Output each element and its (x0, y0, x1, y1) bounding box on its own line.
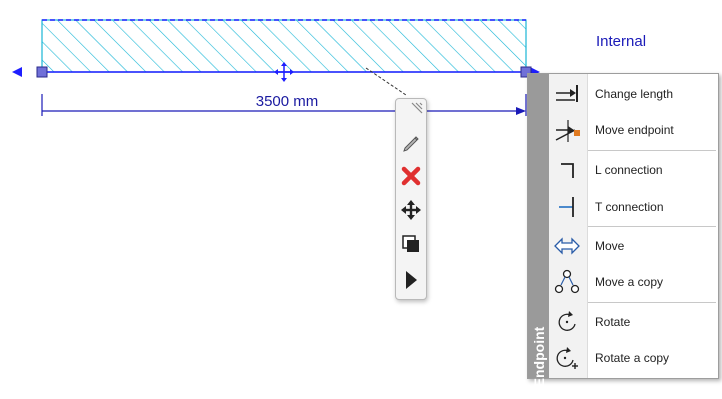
menu-item-label: Rotate (595, 315, 631, 329)
rotate-icon (558, 311, 576, 331)
rotate-copy-icon (556, 347, 578, 369)
menu-item-move-endpoint[interactable]: Move endpoint (549, 112, 718, 148)
menu-item-label: Move (595, 239, 625, 253)
menu-item-move[interactable]: Move (549, 228, 718, 264)
play-triangle-icon[interactable] (400, 269, 422, 291)
move-endpoint-icon (555, 120, 580, 142)
dimension-label: 3500 mm (255, 93, 319, 110)
menu-item-label: T connection (595, 200, 664, 214)
move-arrows-icon (554, 237, 580, 255)
t-connection-icon (559, 197, 574, 217)
copy-squares-icon[interactable] (400, 233, 422, 255)
menu-item-move-a-copy[interactable]: Move a copy (549, 264, 718, 300)
menu-separator (588, 302, 716, 303)
menu-item-label: Change length (595, 87, 674, 101)
four-arrow-move-icon[interactable] (400, 199, 422, 221)
menu-separator (588, 226, 716, 227)
context-menu-title-band: Endpoint (528, 74, 549, 387)
menu-item-label: Move a copy (595, 275, 664, 289)
context-menu-title: Endpoint (531, 326, 547, 388)
menu-item-label: Rotate a copy (595, 351, 670, 365)
menu-item-rotate[interactable]: Rotate (549, 304, 718, 340)
left-endpoint-grip[interactable] (36, 66, 48, 78)
mini-toolbar (395, 98, 427, 300)
menu-separator (588, 150, 716, 151)
left-extend-arrow[interactable] (12, 67, 22, 77)
grip-icon[interactable] (408, 101, 424, 117)
side-label: Internal (596, 33, 647, 50)
endpoint-context-menu: Endpoint Change length Move endpoint L c… (527, 73, 719, 387)
menu-item-t-connection[interactable]: T connection (549, 189, 718, 225)
change-length-icon (556, 85, 578, 102)
menu-item-label: Move endpoint (595, 123, 674, 137)
menu-item-change-length[interactable]: Change length (549, 76, 718, 112)
red-x-icon[interactable] (400, 165, 422, 187)
menu-item-l-connection[interactable]: L connection (549, 152, 718, 188)
menu-item-label: L connection (595, 163, 663, 177)
move-copy-icon (554, 269, 580, 294)
menu-item-rotate-a-copy[interactable]: Rotate a copy (549, 340, 718, 376)
pencil-icon[interactable] (400, 131, 422, 153)
l-connection-icon (561, 163, 574, 178)
